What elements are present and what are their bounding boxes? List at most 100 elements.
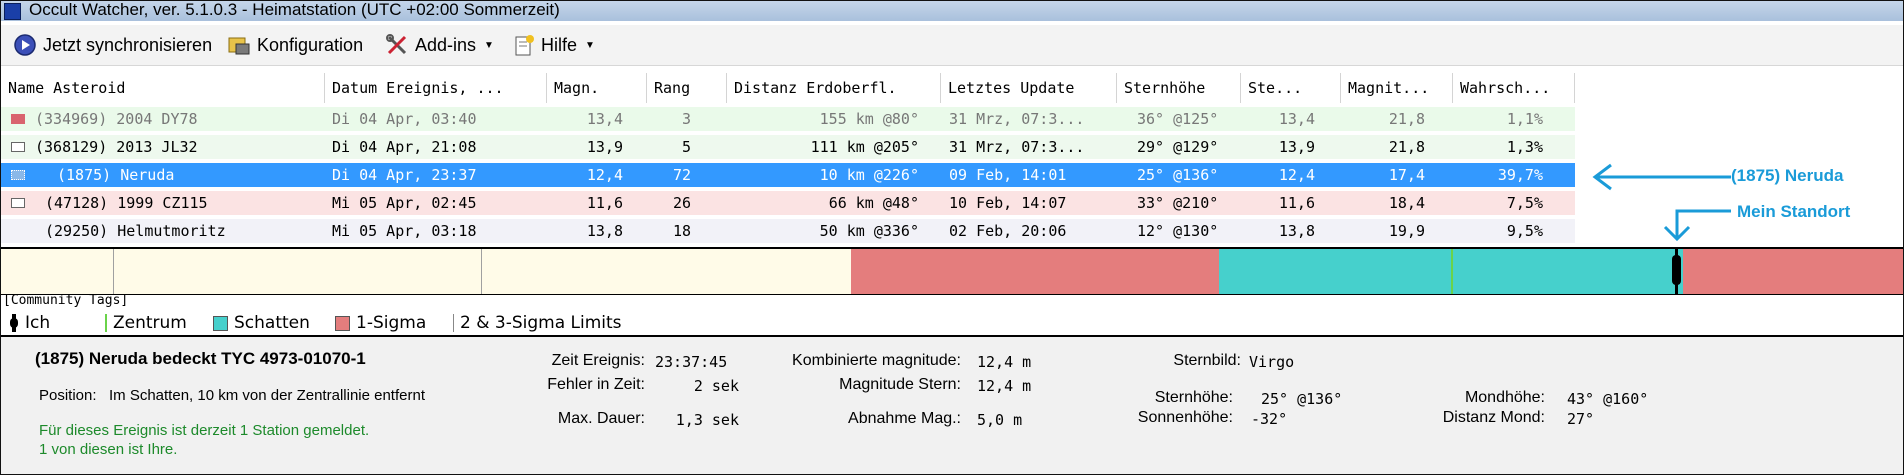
column-header-magnit[interactable]: Magnit... [1341,73,1453,103]
star-mag-value: 12,4 m [977,377,1032,395]
cell-star-alt: 25° @136° [1137,166,1219,184]
cell-magn: 13,9 [586,138,623,156]
star-altitude-label: Sternhöhe: [1154,389,1233,406]
cell-distance: 50 km @336° [819,222,919,240]
cell-update: 09 Feb, 14:01 [949,166,1067,184]
cell-update: 31 Mrz, 07:3... [949,138,1085,156]
community-tags-header[interactable]: [Community Tags] [3,293,128,308]
row-color-swatch [11,142,25,152]
table-row[interactable]: (368129) 2013 JL32 Di 04 Apr, 21:08 13,9… [1,135,1575,159]
help-menu[interactable]: Hilfe ▼ [513,31,595,59]
tools-icon [386,34,407,55]
cell-ste: 13,8 [1278,222,1315,240]
row-color-swatch [11,114,25,124]
config-button[interactable]: Konfiguration [227,31,363,59]
column-header-ste[interactable]: Ste... [1241,73,1341,103]
column-header-star-alt[interactable]: Sternhöhe [1117,73,1241,103]
cell-name: (47128) 1999 CZ115 [45,194,208,212]
cell-distance: 155 km @80° [819,110,919,128]
mag-drop-value: 5,0 m [977,411,1023,429]
timeline-tick [113,249,114,294]
cell-magn: 11,6 [586,194,623,212]
table-row[interactable]: (29250) Helmutmoritz Mi 05 Apr, 03:18 13… [1,219,1575,243]
chevron-down-icon: ▼ [484,39,494,51]
cell-rank: 26 [672,194,691,212]
time-error-value: 2 sek [693,377,739,395]
window-title: Occult Watcher, ver. 5.1.0.3 - Heimatsta… [29,0,560,19]
column-header-distance[interactable]: Distanz Erdoberfl. [727,73,941,103]
constellation-label: Sternbild: [1173,352,1241,369]
legend-me-label: Ich [25,313,51,333]
cell-name: (368129) 2013 JL32 [35,138,198,156]
sync-button[interactable]: Jetzt synchronisieren [13,31,212,59]
cell-rank: 5 [681,138,691,156]
cell-distance: 66 km @48° [828,194,919,212]
table-row-selected[interactable]: (1875) Neruda Di 04 Apr, 23:37 12,4 72 1… [1,163,1575,187]
combined-mag-label: Kombinierte magnitude: [792,352,961,369]
cell-name: (29250) Helmutmoritz [45,222,226,240]
sigma-swatch-icon [335,315,350,331]
column-header-name[interactable]: Name Asteroid [1,73,325,103]
sigma-band-left [851,249,1219,294]
cell-prob: 39,7% [1497,166,1543,184]
cell-ste: 13,4 [1278,110,1315,128]
cell-star-alt: 36° @125° [1137,110,1219,128]
cell-magnit: 17,4 [1388,166,1425,184]
cell-prob: 1,1% [1506,110,1543,128]
moon-distance-value: 27° [1567,410,1595,428]
cell-magn: 12,4 [586,166,623,184]
station-status: Für dieses Ereignis ist derzeit 1 Statio… [39,422,370,439]
sync-disc-icon [14,34,36,56]
event-heading: (1875) Neruda bedeckt TYC 4973-01070-1 [35,349,366,368]
table-row[interactable]: (334969) 2004 DY78 Di 04 Apr, 03:40 13,4… [1,107,1575,131]
column-header-prob[interactable]: Wahrsch... [1453,73,1575,103]
cell-date: Di 04 Apr, 03:40 [332,110,477,128]
legend-sigma1: 1-Sigma [335,313,426,333]
sync-label: Jetzt synchronisieren [43,34,213,55]
cell-magn: 13,8 [586,222,623,240]
sigma-band-right [1683,249,1903,294]
callout-location: Mein Standort [1737,202,1851,221]
shadow-swatch-icon [213,315,228,331]
sun-altitude-value: -32° [1251,410,1288,428]
cell-magn: 13,4 [586,110,623,128]
cell-ste: 13,9 [1278,138,1315,156]
cell-update: 02 Feb, 20:06 [949,222,1067,240]
center-line-icon [105,314,107,332]
legend-center: Zentrum [105,313,187,333]
addins-menu[interactable]: Add-ins ▼ [385,31,494,59]
cell-update: 31 Mrz, 07:3... [949,110,1085,128]
column-header-rank[interactable]: Rang [647,73,727,103]
cell-star-alt: 33° @210° [1137,194,1219,212]
constellation-value: Virgo [1249,353,1295,371]
cell-date: Di 04 Apr, 21:08 [332,138,477,156]
legend-me: Ich [9,313,50,333]
station-status-own: 1 von diesen ist Ihre. [39,441,178,458]
cell-ste: 12,4 [1278,166,1315,184]
sun-altitude-label: Sonnenhöhe: [1137,409,1233,426]
column-header-update[interactable]: Letztes Update [941,73,1117,103]
mag-drop-label: Abnahme Mag.: [848,410,961,427]
table-row[interactable]: (47128) 1999 CZ115 Mi 05 Apr, 02:45 11,6… [1,191,1575,215]
title-bar: Occult Watcher, ver. 5.1.0.3 - Heimatsta… [1,1,1903,21]
column-header-magn[interactable]: Magn. [547,73,647,103]
cell-distance: 111 km @205° [810,138,919,156]
legend-sigma23: 2 & 3-Sigma Limits [453,313,622,333]
event-table: Name Asteroid Datum Ereignis, ... Magn. … [1,73,1575,243]
cell-date: Di 04 Apr, 23:37 [332,166,477,184]
event-details-panel: (1875) Neruda bedeckt TYC 4973-01070-1 P… [1,335,1903,474]
cell-name: (1875) Neruda [57,166,175,184]
neruda-arrow-icon [1592,163,1731,191]
help-label: Hilfe [541,34,578,55]
star-mag-label: Magnitude Stern: [839,376,961,393]
timeline-legend: Ich Zentrum Schatten 1-Sigma 2 & 3-Sigma… [1,311,1903,335]
path-timeline[interactable] [1,247,1903,295]
cell-rank: 18 [672,222,691,240]
cell-star-alt: 12° @130° [1137,222,1219,240]
legend-shadow-label: Schatten [234,313,310,333]
column-header-date[interactable]: Datum Ereignis, ... [325,73,547,103]
time-error-label: Fehler in Zeit: [547,376,645,393]
cell-ste: 11,6 [1278,194,1315,212]
config-label: Konfiguration [257,34,364,55]
star-altitude-value: 25° @136° [1261,390,1343,408]
